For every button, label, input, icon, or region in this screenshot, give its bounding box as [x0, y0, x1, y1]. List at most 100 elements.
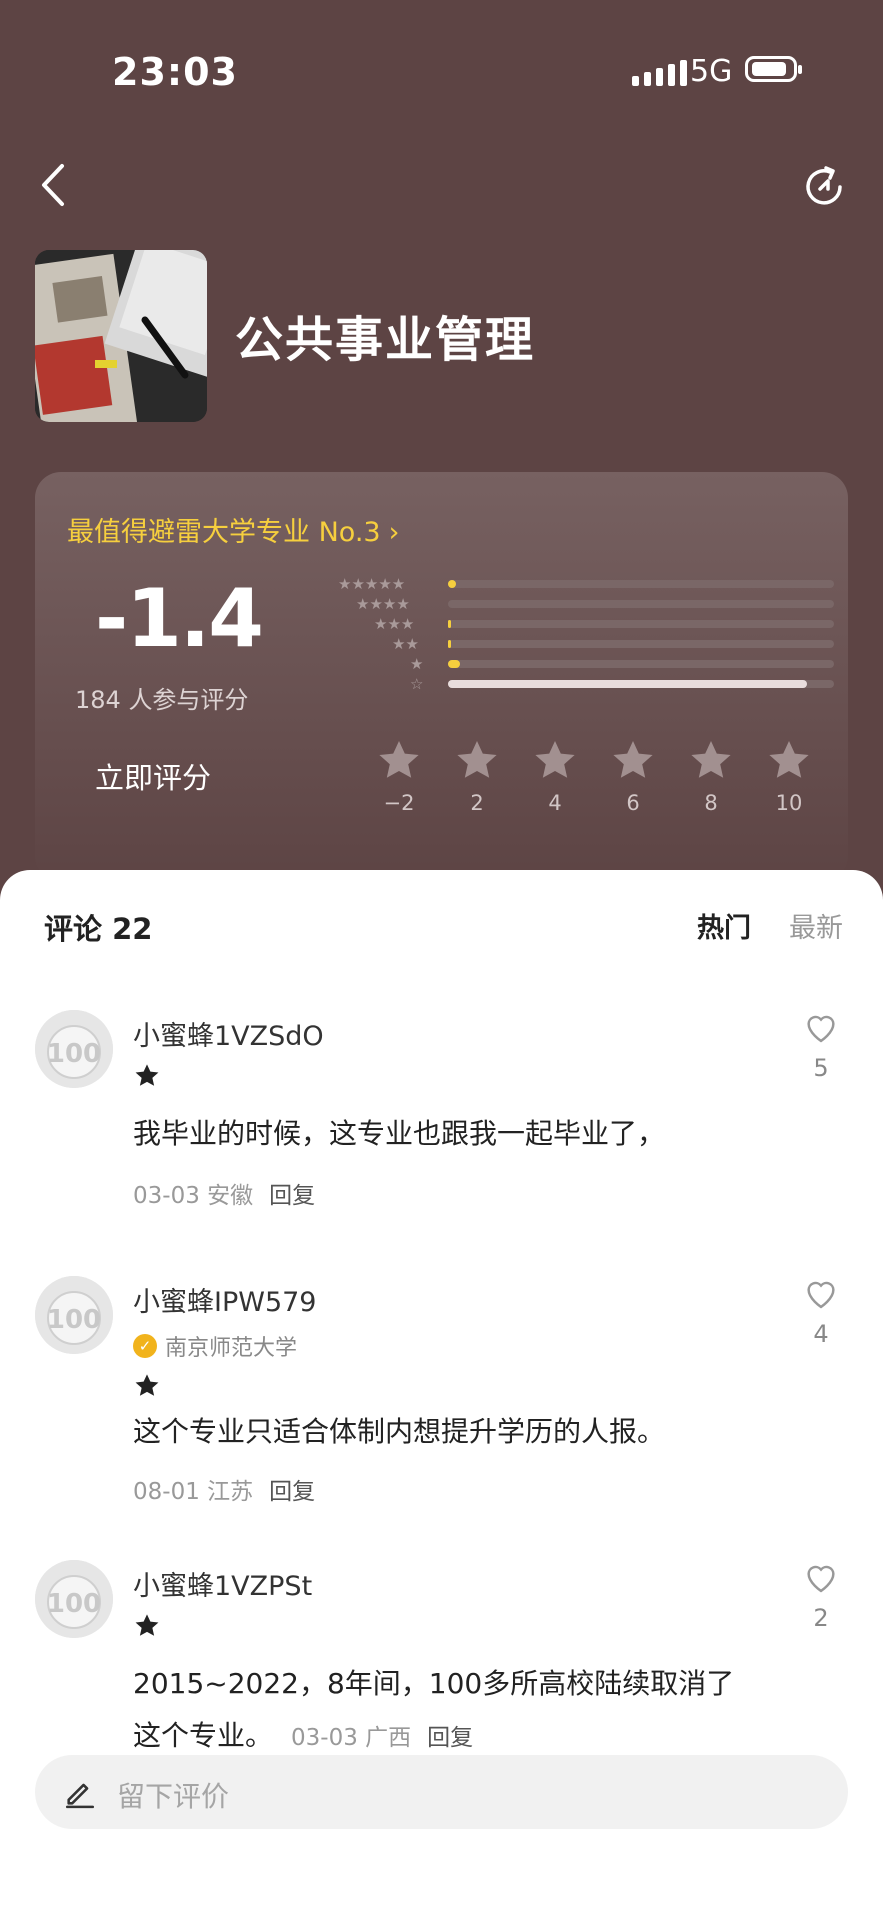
comment-input-placeholder: 留下评价 — [117, 1780, 230, 1813]
comment-username[interactable]: 小蜜蜂1VZPSt — [133, 1564, 312, 1603]
major-cover-image — [35, 250, 207, 422]
like-button[interactable]: 2 — [799, 1560, 843, 1632]
svg-text:100: 100 — [47, 1039, 101, 1069]
distribution-row: ★ — [300, 654, 850, 674]
pencil-icon — [63, 1775, 97, 1813]
status-bar: 23:03 5G — [0, 0, 883, 140]
share-icon[interactable] — [800, 163, 848, 211]
verified-icon: ✓ — [133, 1334, 157, 1358]
distribution-bar-fill — [448, 620, 452, 628]
avatar[interactable]: 100 — [35, 1560, 113, 1638]
star-icon — [379, 741, 419, 778]
comment-text: 2015~2022，8年间，100多所高校陆续取消了这个专业。 03-03 广西回… — [133, 1658, 753, 1764]
rate-star-2[interactable]: 2 — [451, 737, 503, 815]
distribution-bar — [448, 680, 834, 688]
comment-username[interactable]: 小蜜蜂IPW579 — [133, 1280, 316, 1319]
rate-star-4[interactable]: 6 — [607, 737, 659, 815]
like-button[interactable]: 4 — [799, 1276, 843, 1348]
like-count: 2 — [813, 1604, 829, 1632]
comment-date: 03-03 安徽 — [133, 1183, 254, 1209]
avatar[interactable]: 100 — [35, 1276, 113, 1354]
status-time: 23:03 — [112, 50, 238, 94]
university-badge: ✓ 南京师范大学 — [133, 1330, 297, 1362]
distribution-bar — [448, 620, 834, 628]
comment-meta: 08-01 江苏 回复 — [133, 1472, 315, 1506]
sort-tabs: 热门 最新 — [697, 906, 843, 945]
rate-star-label: 2 — [470, 791, 484, 815]
svg-text:100: 100 — [47, 1305, 101, 1335]
like-button[interactable]: 5 — [799, 1010, 843, 1082]
distribution-row: ☆ — [300, 674, 850, 694]
rate-star-label: 6 — [626, 791, 640, 815]
star-icon — [535, 741, 575, 778]
comment-input-bar[interactable]: 留下评价 — [35, 1755, 848, 1829]
comment-meta: 03-03 安徽 回复 — [133, 1176, 315, 1210]
distribution-bar — [448, 580, 834, 588]
reply-button[interactable]: 回复 — [427, 1725, 473, 1751]
heart-icon — [807, 1281, 835, 1309]
comment-text: 这个专业只适合体制内想提升学历的人报。 — [133, 1415, 666, 1448]
half-star-icon — [133, 1062, 161, 1094]
star-icon — [613, 741, 653, 778]
rank-link[interactable]: 最值得避雷大学专业 No.3 › — [67, 510, 399, 549]
comment-username[interactable]: 小蜜蜂1VZSdO — [133, 1014, 324, 1053]
distribution-bar-fill — [448, 640, 452, 648]
star-icon — [769, 741, 809, 778]
heart-icon — [807, 1565, 835, 1593]
star-level-icons: ★★★★ — [356, 595, 410, 613]
star-level-icons: ★★★★★ — [338, 575, 406, 593]
rate-star-3[interactable]: 4 — [529, 737, 581, 815]
rate-star-label: −2 — [383, 791, 415, 815]
heart-icon — [807, 1015, 835, 1043]
star-icon — [457, 741, 497, 778]
distribution-bar-fill — [448, 660, 460, 668]
rating-card: 最值得避雷大学专业 No.3 › -1.4 184 人参与评分 立即评分 ★★★★… — [35, 472, 848, 882]
reply-button[interactable]: 回复 — [269, 1479, 315, 1505]
avatar[interactable]: 100 — [35, 1010, 113, 1088]
network-type: 5G — [690, 54, 733, 89]
tab-newest[interactable]: 最新 — [789, 906, 843, 945]
distribution-row: ★★★ — [300, 614, 850, 634]
comment-text: 我毕业的时候，这专业也跟我一起毕业了， — [133, 1117, 666, 1150]
signal-icon — [632, 60, 687, 86]
star-level-icons: ★ — [410, 655, 424, 673]
star-level-icons: ★★★ — [374, 615, 415, 633]
participant-count: 184 人参与评分 — [75, 686, 249, 714]
distribution-row: ★★ — [300, 634, 850, 654]
distribution-bar — [448, 640, 834, 648]
rank-label: 最值得避雷大学专业 No.3 — [67, 517, 381, 548]
rate-now-button[interactable]: 立即评分 — [95, 755, 211, 797]
comments-header: 评论 22 — [44, 912, 153, 946]
star-icon — [691, 741, 731, 778]
average-score: -1.4 — [95, 572, 264, 665]
half-star-icon — [133, 1612, 161, 1644]
distribution-bar-fill — [448, 680, 807, 688]
half-star-icon — [133, 1372, 161, 1404]
distribution-bar — [448, 600, 834, 608]
back-button[interactable] — [36, 160, 76, 210]
star-level-icons: ★★ — [392, 635, 419, 653]
distribution-row: ★★★★ — [300, 594, 850, 614]
rate-star-label: 10 — [775, 791, 803, 815]
rate-star-1[interactable]: −2 — [373, 737, 425, 815]
reply-button[interactable]: 回复 — [269, 1183, 315, 1209]
like-count: 5 — [813, 1054, 829, 1082]
rate-star-5[interactable]: 8 — [685, 737, 737, 815]
comment-meta: 03-03 广西 回复 — [291, 1725, 473, 1751]
battery-icon — [745, 56, 802, 82]
university-name: 南京师范大学 — [165, 1336, 298, 1361]
like-count: 4 — [813, 1320, 829, 1348]
distribution-row: ★★★★★ — [300, 574, 850, 594]
rate-star-label: 8 — [704, 791, 718, 815]
comment-date: 03-03 广西 — [291, 1725, 412, 1751]
comment-date: 08-01 江苏 — [133, 1479, 254, 1505]
rate-star-label: 4 — [548, 791, 562, 815]
tab-hot[interactable]: 热门 — [697, 906, 751, 945]
distribution-bar — [448, 660, 834, 668]
major-title: 公共事业管理 — [235, 312, 536, 368]
distribution-bar-fill — [448, 580, 456, 588]
svg-text:100: 100 — [47, 1589, 101, 1619]
star-level-icons: ☆ — [410, 675, 424, 693]
chevron-right-icon: › — [388, 517, 400, 548]
rate-star-6[interactable]: 10 — [763, 737, 815, 815]
